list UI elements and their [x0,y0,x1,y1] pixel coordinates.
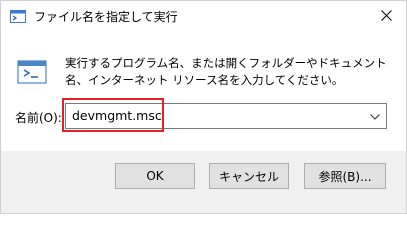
chevron-down-icon [370,109,380,123]
dialog-body: 実行するプログラム名、または開くフォルダーやドキュメント名、インターネット リソ… [1,33,406,151]
button-bar: OK キャンセル 参照(B)... [1,151,406,213]
title-bar: ファイル名を指定して実行 [1,1,406,33]
cancel-button[interactable]: キャンセル [209,163,289,189]
ok-button[interactable]: OK [115,163,195,189]
dropdown-button[interactable] [364,104,386,128]
instructions-text: 実行するプログラム名、または開くフォルダーやドキュメント名、インターネット リソ… [65,56,387,87]
open-label: 名前(O): [15,111,62,125]
close-button[interactable] [371,3,401,31]
window-title: ファイル名を指定して実行 [34,10,178,24]
run-app-icon [10,10,26,23]
run-program-icon [16,56,48,88]
run-dialog: ファイル名を指定して実行 実行するプログラム名、または開くフォルダーやドキュメン… [0,0,407,214]
browse-button[interactable]: 参照(B)... [304,163,386,189]
highlight-box [62,98,164,132]
close-icon [380,10,392,24]
